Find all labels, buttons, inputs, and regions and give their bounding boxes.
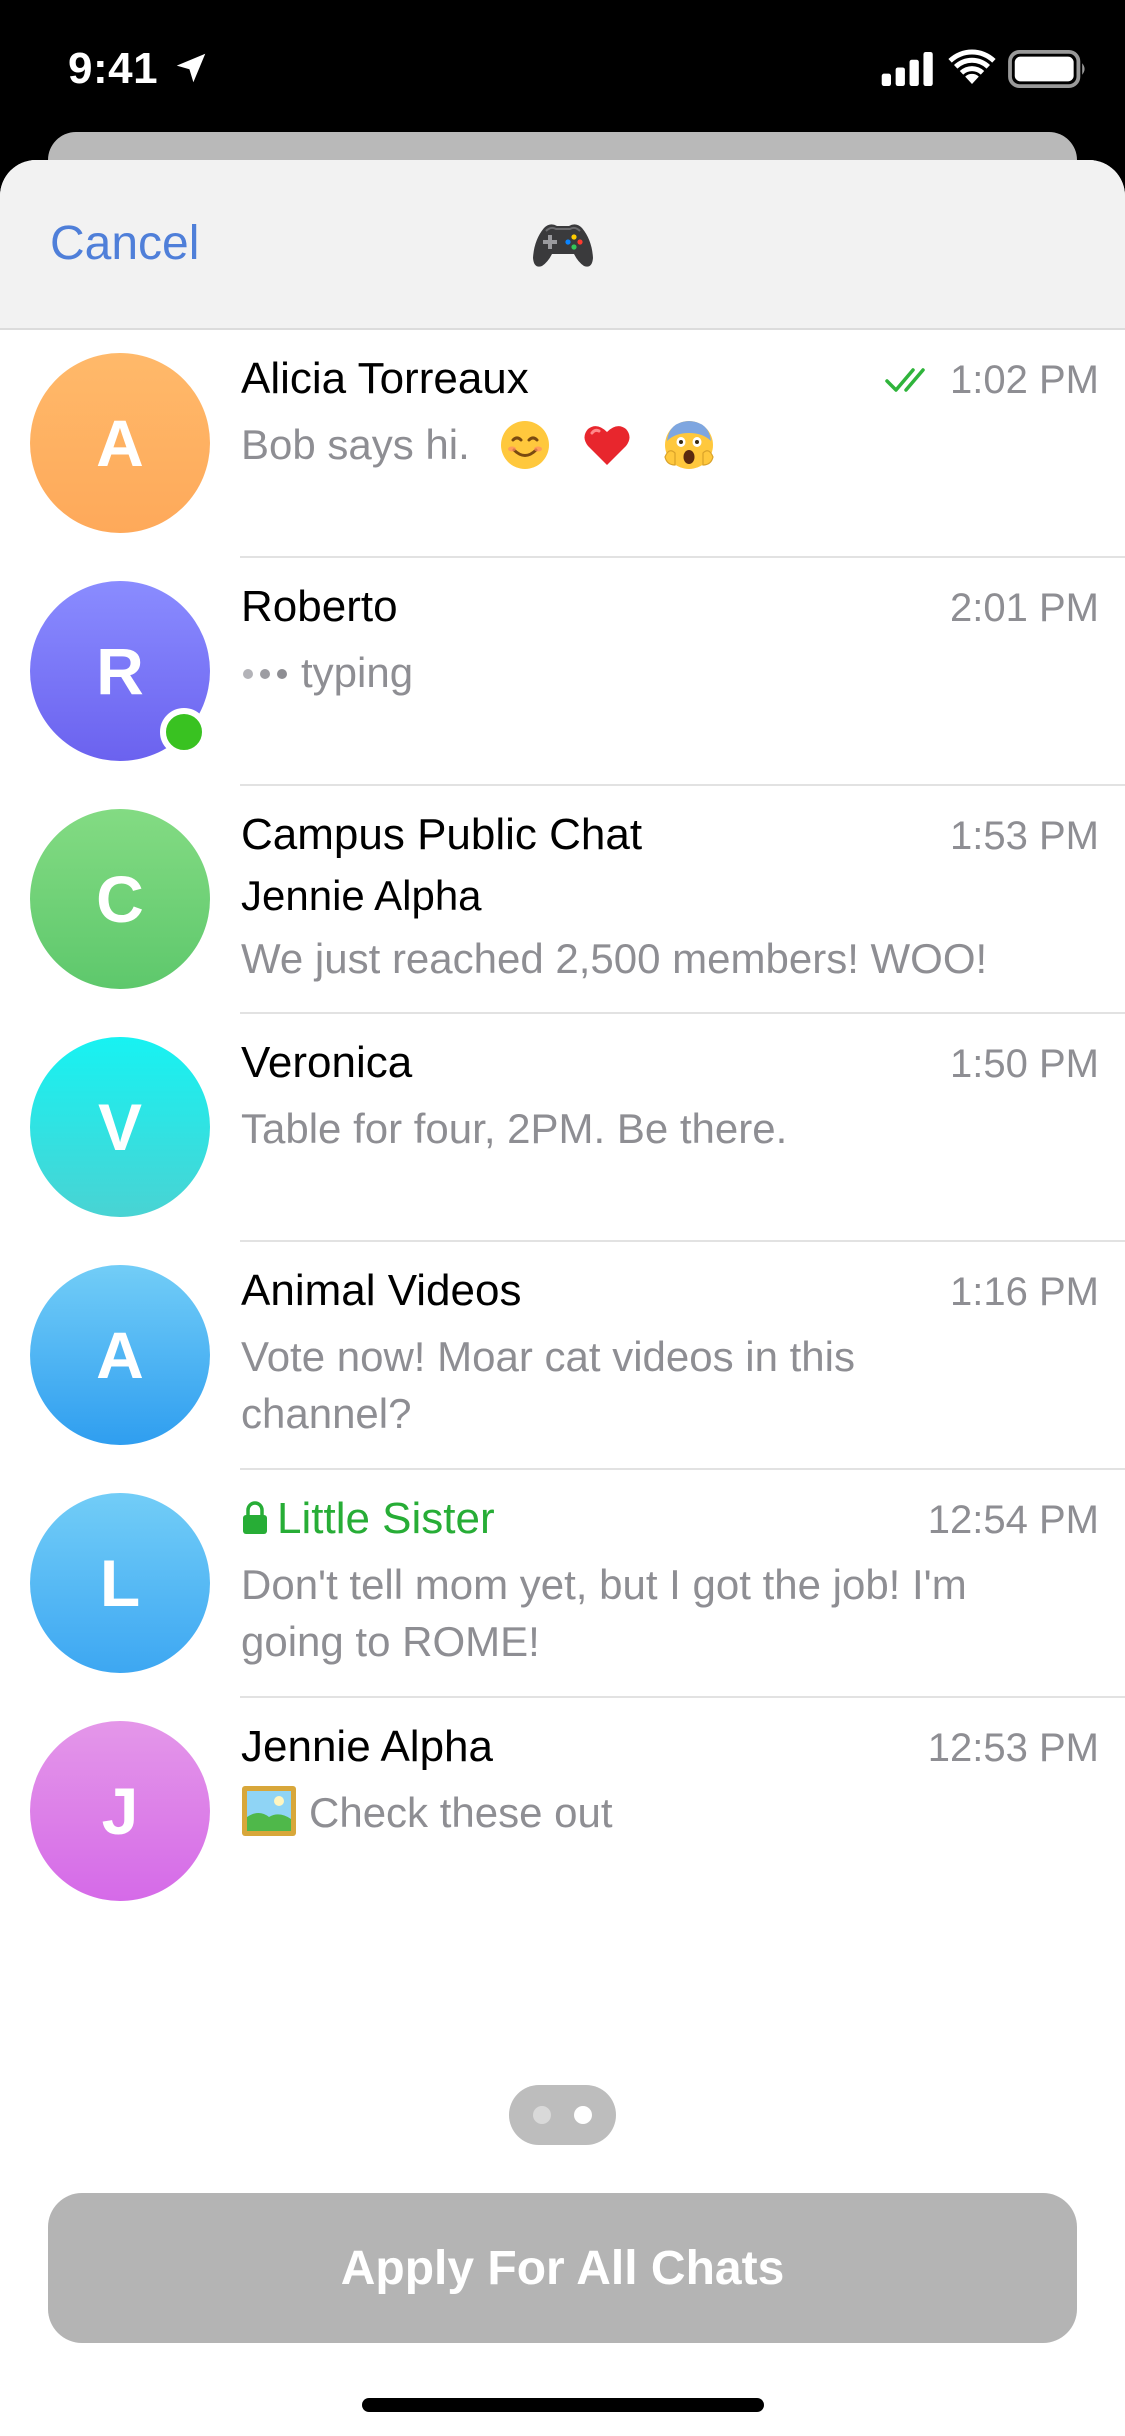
sheet-header: Cancel [0, 160, 1125, 330]
chat-preview: Check these out [241, 1784, 1091, 1841]
avatar: V [30, 1037, 210, 1217]
chat-title: Jennie Alpha [241, 1722, 493, 1771]
avatar-initial: R [96, 634, 144, 708]
chat-row-veronica[interactable]: V Veronica 1:50 PM Table for four, 2PM. … [0, 1014, 1125, 1242]
chat-row-jennie-alpha[interactable]: J Jennie Alpha 12:53 PM Check these out [0, 1698, 1125, 1926]
chat-row-alicia-torreaux[interactable]: A Alicia Torreaux 1:02 PM Bob says hi. [0, 330, 1125, 558]
chat-row-little-sister[interactable]: L Little Sister 12:54 PM Don't tell mom … [0, 1470, 1125, 1698]
apply-button-label: Apply For All Chats [340, 2241, 785, 2295]
chat-title: Campus Public Chat [241, 810, 643, 859]
chat-preview: We just reached 2,500 members! WOO! [241, 930, 1091, 987]
chat-time: 2:01 PM [950, 586, 1099, 630]
avatar: A [30, 353, 210, 533]
avatar-initial: L [99, 1546, 141, 1620]
home-indicator [362, 2398, 764, 2412]
avatar-initial: V [97, 1090, 143, 1164]
chat-time: 1:16 PM [950, 1270, 1099, 1314]
chat-title: Veronica [241, 1038, 413, 1087]
chat-preview-text: We just reached 2,500 members! WOO! [241, 935, 988, 982]
chat-time: 1:02 PM [950, 358, 1099, 402]
chat-row-animal-videos[interactable]: A Animal Videos 1:16 PM Vote now! Moar c… [0, 1242, 1125, 1470]
red-heart-emoji [584, 426, 630, 465]
chat-preview-text: Vote now! Moar cat videos in this channe… [241, 1333, 855, 1437]
cancel-button[interactable]: Cancel [50, 216, 199, 271]
chat-title-text: Little Sister [277, 1494, 495, 1543]
chat-preview-text: Table for four, 2PM. Be there. [241, 1105, 788, 1152]
wifi-icon [948, 49, 996, 84]
status-bar: 9:41 [0, 0, 1125, 135]
chat-preview-text: Check these out [309, 1789, 613, 1836]
chat-time: 1:53 PM [950, 814, 1099, 858]
chat-time: 1:50 PM [950, 1042, 1099, 1086]
avatar: J [30, 1721, 210, 1901]
gamepad-emoji-icon [533, 224, 593, 267]
chat-row-campus-public-chat[interactable]: C Campus Public Chat 1:53 PM Jennie Alph… [0, 786, 1125, 1014]
chat-row-roberto[interactable]: R Roberto 2:01 PM typing [0, 558, 1125, 786]
apply-for-all-chats-button[interactable]: Apply For All Chats [48, 2193, 1077, 2343]
cellular-signal-icon [881, 52, 933, 86]
screaming-face-emoji [664, 421, 714, 469]
location-arrow-icon [176, 53, 206, 83]
page-indicator[interactable] [509, 2085, 616, 2145]
lock-icon [243, 1501, 267, 1534]
chat-preview: typing [241, 644, 1091, 701]
chat-title: Animal Videos [241, 1266, 522, 1315]
chat-preview-text: Don't tell mom yet, but I got the job! I… [241, 1561, 967, 1665]
avatar-initial: C [96, 862, 144, 936]
avatar: L [30, 1493, 210, 1673]
avatar: A [30, 1265, 210, 1445]
avatar: C [30, 809, 210, 989]
chat-preview: Don't tell mom yet, but I got the job! I… [241, 1556, 1081, 1670]
chat-title: Alicia Torreaux [241, 354, 529, 403]
chat-author: Jennie Alpha [241, 872, 482, 919]
typing-dots-icon [243, 669, 287, 679]
photo-icon [242, 1786, 296, 1836]
chat-preview-text: Bob says hi. [241, 421, 470, 468]
chat-title: Roberto [241, 582, 398, 631]
chat-time: 12:53 PM [927, 1726, 1099, 1770]
chat-selection-sheet: Cancel A Alicia Torreaux 1:02 PM Bob say… [0, 160, 1125, 2436]
page-dot-1 [533, 2106, 551, 2124]
chat-list: A Alicia Torreaux 1:02 PM Bob says hi. R… [0, 330, 1125, 1926]
page-dot-2-active [574, 2106, 592, 2124]
smiling-face-emoji [501, 421, 550, 469]
double-check-icon [885, 368, 925, 392]
chat-preview: Vote now! Moar cat videos in this channe… [241, 1328, 961, 1442]
chat-preview: Bob says hi. [241, 416, 1091, 473]
online-status-dot [160, 708, 208, 756]
status-time: 9:41 [68, 44, 159, 93]
avatar-initial: A [96, 406, 144, 480]
avatar-initial: A [96, 1318, 144, 1392]
chat-title: Little Sister [241, 1494, 495, 1544]
chat-preview: Table for four, 2PM. Be there. [241, 1100, 1091, 1157]
chat-preview-text: typing [301, 649, 414, 696]
battery-icon [1008, 50, 1085, 88]
avatar-initial: J [101, 1774, 139, 1848]
chat-time: 12:54 PM [927, 1498, 1099, 1542]
